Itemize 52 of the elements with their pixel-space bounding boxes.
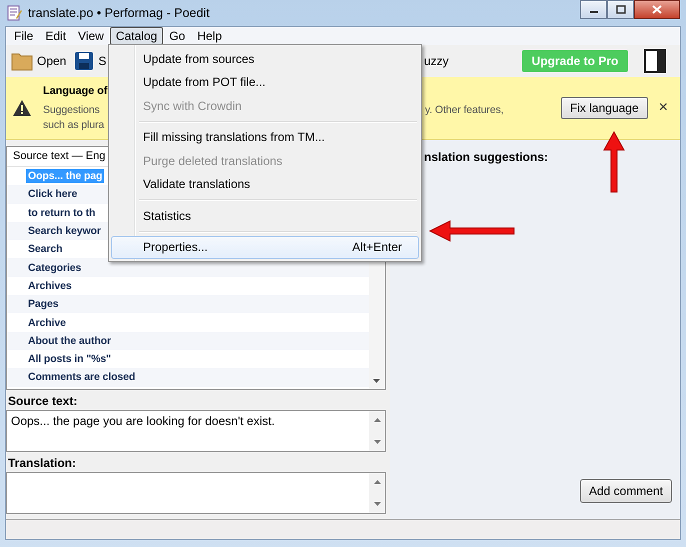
menu-item[interactable]: Edit [39, 27, 72, 45]
translation-field[interactable] [6, 472, 386, 514]
list-item[interactable]: Pages [26, 297, 60, 312]
close-icon[interactable]: × [658, 99, 668, 117]
maximize-button[interactable] [607, 0, 634, 19]
scroll-up-icon[interactable] [374, 480, 380, 484]
field-label: Source text: [7, 393, 78, 410]
menu-item[interactable]: Properties... Alt+Enter [111, 236, 419, 259]
document-icon [6, 5, 22, 21]
close-button[interactable] [634, 0, 680, 19]
banner-text: y. Other features, [425, 102, 504, 118]
banner-title: Language of [43, 84, 108, 98]
list-item[interactable]: Search [26, 242, 64, 256]
scroll-down-icon[interactable] [374, 440, 380, 444]
scroll-up-icon[interactable] [374, 418, 380, 422]
list-item[interactable]: About the author [26, 334, 113, 348]
menu-item[interactable]: Update from sources [111, 47, 419, 70]
list-item[interactable]: Archives [26, 278, 74, 293]
list-item[interactable]: Categories [26, 260, 84, 275]
list-item[interactable]: All posts in "%s" [26, 352, 113, 366]
banner-text: such as plura [43, 118, 106, 132]
list-item[interactable]: Click here [26, 187, 80, 202]
toolbar-label[interactable]: uzzy [424, 54, 449, 68]
menu-item[interactable]: Validate translations [111, 172, 419, 196]
menu-item[interactable]: Update from POT file... [111, 70, 419, 94]
maximize-icon [616, 5, 626, 14]
panel-title: nslation suggestions: [424, 150, 548, 164]
menu-item[interactable]: File [8, 27, 40, 45]
scroll-down-icon[interactable] [374, 502, 380, 506]
window-title: translate.po • Performag - Poedit [28, 6, 210, 20]
list-item[interactable]: Archive [26, 316, 68, 330]
menu-item[interactable]: Fill missing translations from TM... [111, 126, 419, 149]
open-button[interactable]: Open [10, 51, 68, 71]
folder-icon [11, 51, 33, 71]
close-icon [652, 5, 662, 14]
menu-item[interactable]: Help [191, 27, 228, 45]
save-button[interactable]: S [73, 51, 108, 71]
scroll-down-icon[interactable] [373, 379, 380, 383]
menu-item[interactable]: Catalog [110, 27, 164, 45]
menu-item[interactable]: View [72, 27, 110, 45]
add-comment-button[interactable]: Add comment [580, 479, 672, 503]
menu-item[interactable]: Go [163, 27, 192, 45]
list-item[interactable]: to return to th [26, 206, 98, 220]
menu-item[interactable]: Statistics [111, 204, 419, 228]
list-item[interactable]: Search keywor [26, 224, 103, 238]
fix-language-button[interactable]: Fix language [560, 97, 648, 119]
source-text-field[interactable]: Oops... the page you are looking for doesn't exist. [6, 410, 386, 452]
sidebar-toggle-icon[interactable] [644, 49, 666, 73]
warning-icon [12, 99, 32, 117]
minimize-button[interactable] [580, 0, 607, 19]
field-label: Translation: [7, 455, 78, 472]
banner-text: Suggestions [43, 102, 100, 118]
